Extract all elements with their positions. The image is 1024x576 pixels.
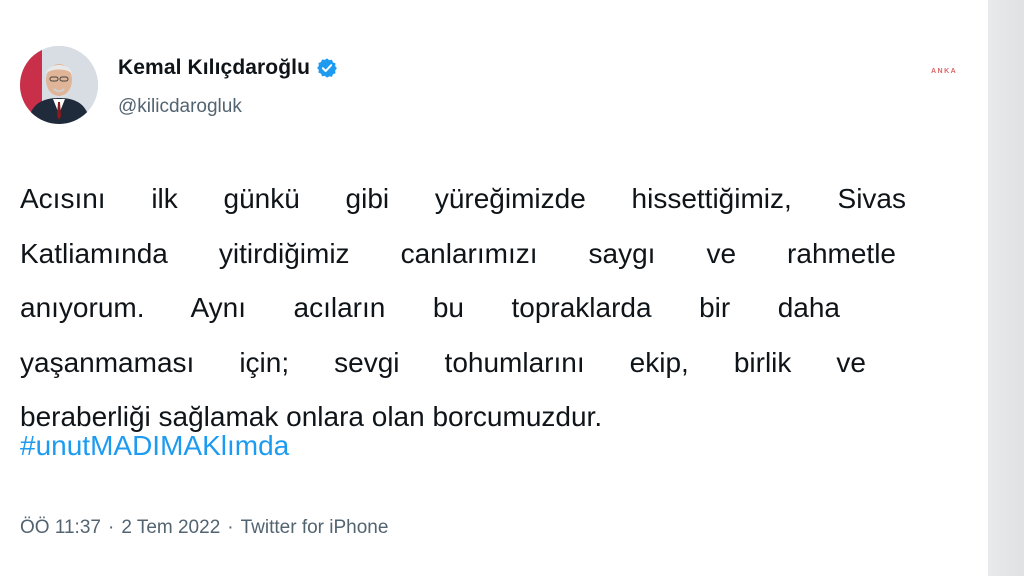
watermark-logo: ANKA xyxy=(931,68,958,75)
avatar[interactable] xyxy=(20,46,98,124)
tweet-text-line: Acısını ilk günkü gibi yüreğimizde hisse… xyxy=(20,183,906,214)
author-name[interactable]: Kemal Kılıçdaroğlu xyxy=(118,56,310,80)
meta-separator: · xyxy=(107,517,115,538)
tweet-text-line: anıyorum. Aynı acıların bu topraklarda b… xyxy=(20,292,840,323)
author-handle[interactable]: @kilicdarogluk xyxy=(118,96,242,118)
tweet-source: Twitter for iPhone xyxy=(240,517,389,538)
meta-separator: · xyxy=(227,517,234,538)
tweet-text-line: yaşanmaması için; sevgi tohumlarını ekip… xyxy=(20,346,866,378)
tweet-text-line: Katliamında yitirdiğimiz canlarımızı say… xyxy=(20,237,896,269)
author-name-row[interactable]: Kemal Kılıçdaroğlu xyxy=(118,56,338,80)
tweet-meta: ÖÖ 11:37 · 2 Tem 2022 · Twitter for iPhone xyxy=(20,517,388,539)
tweet-date[interactable]: 2 Tem 2022 xyxy=(121,517,220,538)
verified-badge-icon xyxy=(316,57,338,79)
tweet-time[interactable]: ÖÖ 11:37 xyxy=(20,517,101,538)
hashtag-link[interactable]: #unutMADIMAKlımda xyxy=(20,430,289,462)
right-edge-strip xyxy=(988,0,1024,576)
profile-photo-icon xyxy=(20,46,98,124)
tweet-text: Acısını ilk günkü gibi yüreğimizde hisse… xyxy=(20,172,920,445)
